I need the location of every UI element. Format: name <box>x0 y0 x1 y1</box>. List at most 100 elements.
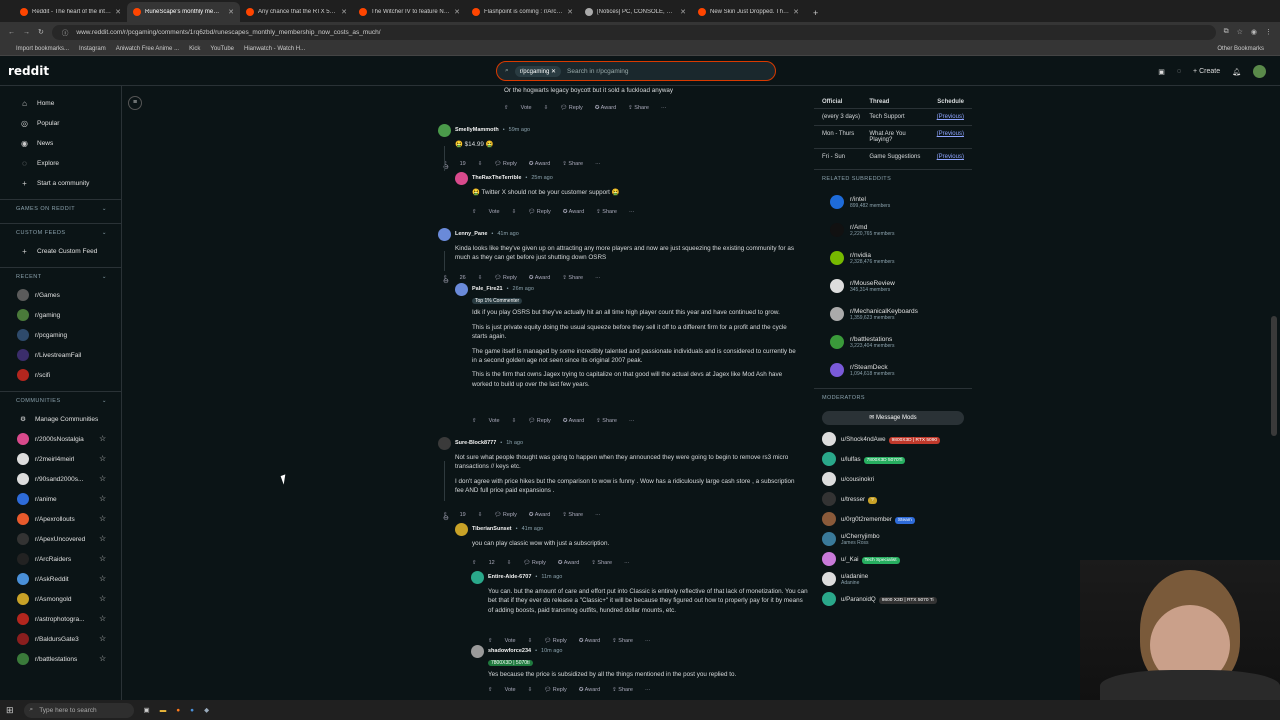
avatar[interactable] <box>438 124 451 137</box>
moderator[interactable]: u/cousinokri <box>814 469 972 489</box>
favorite-star-icon[interactable]: ☆ <box>99 534 106 543</box>
section-header[interactable]: COMMUNITIES ⌄ <box>0 391 121 409</box>
explorer-icon[interactable]: ▬ <box>160 707 167 714</box>
community-item[interactable]: r/AskReddit ☆ <box>0 569 121 589</box>
bookmark-link[interactable]: Instagram <box>79 46 106 52</box>
search-bar[interactable]: ⌕ r/pcgaming ✕ Search in r/pcgaming <box>496 61 776 81</box>
share-button[interactable]: ⇪ Share <box>562 161 583 167</box>
avatar[interactable] <box>438 228 451 241</box>
community-item[interactable]: r/BaldursGate3 ☆ <box>0 629 121 649</box>
community-item[interactable]: r/Apexrollouts ☆ <box>0 509 121 529</box>
avatar[interactable] <box>455 283 468 296</box>
community-item[interactable]: r/astrophotogra... ☆ <box>0 609 121 629</box>
collapse-thread-icon[interactable]: ⊖ <box>443 277 449 285</box>
close-tab-icon[interactable]: ✕ <box>228 8 234 16</box>
upvote-icon[interactable]: ⇧ <box>472 418 477 424</box>
upvote-icon[interactable]: ⇧ <box>472 209 477 215</box>
bookmark-link[interactable]: Aniwatch Free Anime ... <box>116 46 179 52</box>
downvote-icon[interactable]: ⇩ <box>528 638 533 644</box>
downvote-icon[interactable]: ⇩ <box>507 560 512 566</box>
more-options-icon[interactable]: ··· <box>595 275 601 281</box>
community-item[interactable]: r/battlestations ☆ <box>0 649 121 669</box>
avatar[interactable] <box>1253 65 1266 78</box>
nav-item-plus[interactable]: + Start a community <box>0 173 121 193</box>
reload-icon[interactable]: ↻ <box>38 28 44 36</box>
firefox-icon[interactable]: ● <box>176 707 180 714</box>
browser-tab[interactable]: Flashpoint is coming : r/ArcRai ✕ <box>466 2 579 22</box>
favorite-star-icon[interactable]: ☆ <box>99 594 106 603</box>
related-subreddit[interactable]: r/MechanicalKeyboards 1,359,623 members <box>814 300 972 328</box>
community-item[interactable]: r/anime ☆ <box>0 489 121 509</box>
message-mods-button[interactable]: ✉ Message Mods <box>822 411 964 425</box>
bookmark-link[interactable]: Kick <box>189 46 200 52</box>
downvote-icon[interactable]: ⇩ <box>478 512 483 518</box>
comment-author[interactable]: Pale_Fire21 <box>472 285 503 294</box>
reply-button[interactable]: 💬︎ Reply <box>544 687 567 693</box>
recent-community[interactable]: r/gaming <box>0 305 121 325</box>
close-tab-icon[interactable]: ✕ <box>341 8 347 16</box>
reply-button[interactable]: 💬︎ Reply <box>523 560 546 566</box>
favorite-star-icon[interactable]: ☆ <box>99 574 106 583</box>
moderator[interactable]: u/adanine Adanine <box>814 569 972 589</box>
award-button[interactable]: ✪ Award <box>595 105 616 111</box>
more-options-icon[interactable]: ··· <box>595 161 601 167</box>
browser-tab[interactable]: The Witcher IV to feature NVID ✕ <box>353 2 466 22</box>
search-scope-chip[interactable]: r/pcgaming ✕ <box>514 65 562 77</box>
chrome-icon[interactable]: ● <box>190 707 194 714</box>
reply-button[interactable]: 💬︎ Reply <box>494 161 517 167</box>
moderator[interactable]: u/Shock4ndAwe 9800X3D | RTX 5090 <box>814 429 972 449</box>
downvote-icon[interactable]: ⇩ <box>528 687 533 693</box>
create-button[interactable]: + Create <box>1193 68 1220 75</box>
favorite-star-icon[interactable]: ☆ <box>99 634 106 643</box>
share-button[interactable]: ⇪ Share <box>628 105 649 111</box>
browser-tab[interactable]: RuneScape's monthly members ✕ <box>127 2 240 22</box>
recent-community[interactable]: r/Games <box>0 285 121 305</box>
downvote-icon[interactable]: ⇩ <box>478 161 483 167</box>
browser-tab[interactable]: New Skin Just Dropped. Thoug ✕ <box>692 2 805 22</box>
favorite-star-icon[interactable]: ☆ <box>99 554 106 563</box>
upvote-icon[interactable]: ⇧ <box>504 105 509 111</box>
recent-community[interactable]: r/LivestreamFail <box>0 345 121 365</box>
award-button[interactable]: ✪ Award <box>563 418 584 424</box>
downvote-icon[interactable]: ⇩ <box>478 275 483 281</box>
moderator[interactable]: u/_Kai Tech Specialist <box>814 549 972 569</box>
section-header[interactable]: GAMES ON REDDIT ⌄ <box>0 199 121 217</box>
more-options-icon[interactable]: ··· <box>645 638 651 644</box>
new-tab-icon[interactable]: + <box>805 8 826 22</box>
chat-icon[interactable]: ◌ <box>1177 68 1181 75</box>
taskbar-search-input[interactable]: Type here to search <box>39 707 96 714</box>
award-button[interactable]: ✪ Award <box>529 512 550 518</box>
avatar[interactable] <box>455 172 468 185</box>
share-button[interactable]: ⇪ Share <box>591 560 612 566</box>
taskbar-search[interactable]: ⌕ Type here to search <box>23 702 134 718</box>
avatar[interactable] <box>471 571 484 584</box>
moderator[interactable]: u/Cherryjimbo James Ross <box>814 529 972 549</box>
more-options-icon[interactable]: ··· <box>629 418 635 424</box>
bookmark-link[interactable]: Hianwatch - Watch H... <box>244 46 305 52</box>
collapse-thread-icon[interactable]: ⊖ <box>443 514 449 522</box>
more-options-icon[interactable]: ··· <box>629 209 635 215</box>
comment-author[interactable]: Lenny_Pane <box>455 230 487 239</box>
collapse-sidebar-button[interactable]: ≡ <box>128 96 142 110</box>
nav-item-home[interactable]: ⌂ Home <box>0 93 121 113</box>
windows-start-icon[interactable]: ⊞ <box>6 705 14 716</box>
close-tab-icon[interactable]: ✕ <box>680 8 686 16</box>
moderator[interactable]: u/lulfas 7800X3D 5070Ti <box>814 449 972 469</box>
award-button[interactable]: ✪ Award <box>563 209 584 215</box>
related-subreddit[interactable]: r/MouseReview 345,314 members <box>814 272 972 300</box>
nav-item-explore[interactable]: ◌ Explore <box>0 153 121 173</box>
community-item[interactable]: r/ArcRaiders ☆ <box>0 549 121 569</box>
reply-button[interactable]: 💬︎ Reply <box>544 638 567 644</box>
notifications-icon[interactable]: 🔔︎ <box>1232 68 1241 76</box>
forward-icon[interactable]: → <box>23 29 30 36</box>
share-button[interactable]: ⇪ Share <box>562 512 583 518</box>
comment-author[interactable]: TheRaxTheTerrible <box>472 174 521 183</box>
favorite-star-icon[interactable]: ☆ <box>99 434 106 443</box>
favorite-star-icon[interactable]: ☆ <box>99 654 106 663</box>
related-subreddit[interactable]: r/intel 899,482 members <box>814 188 972 216</box>
related-subreddit[interactable]: r/battlestations 3,223,404 members <box>814 328 972 356</box>
taskview-icon[interactable]: ▣ <box>144 706 150 714</box>
award-button[interactable]: ✪ Award <box>579 638 600 644</box>
url-field[interactable]: ⓘ www.reddit.com/r/pcgaming/comments/1rq… <box>51 24 1216 40</box>
site-info-icon[interactable]: ⓘ <box>62 27 69 37</box>
